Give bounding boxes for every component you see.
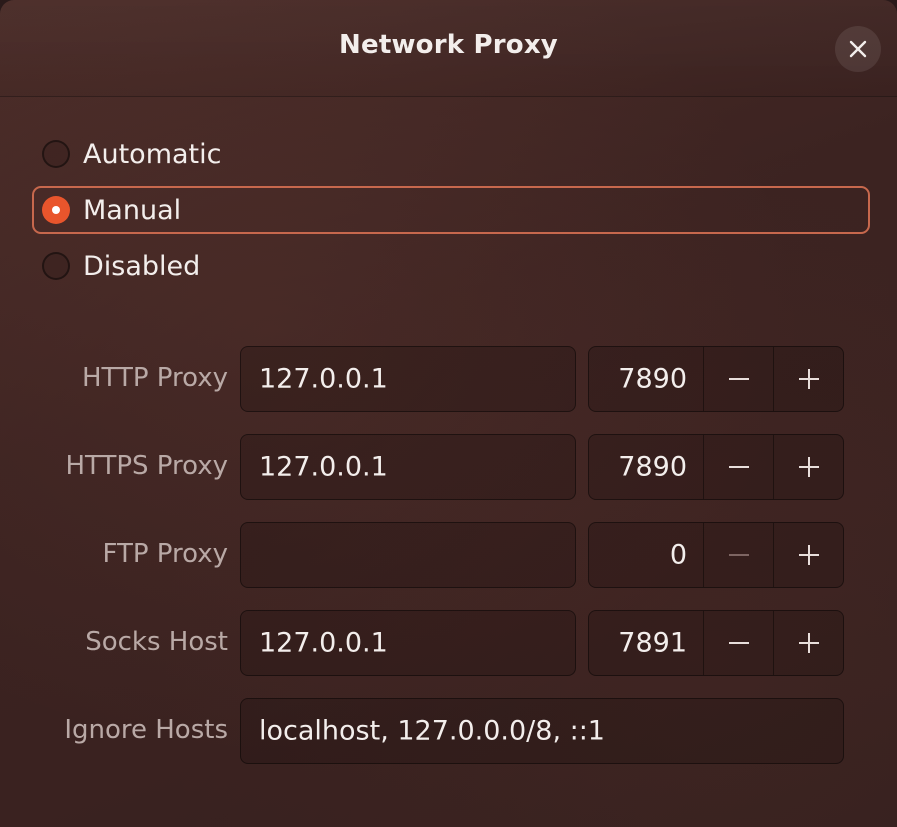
titlebar: Network Proxy [0,0,897,97]
ftp-proxy-port-spinner[interactable]: 0 [588,522,844,588]
radio-manual-indicator[interactable] [42,196,70,224]
socks-port-increment-button[interactable] [773,611,844,675]
plus-icon [799,457,819,477]
close-icon [849,40,867,58]
plus-icon [799,633,819,653]
minus-icon [729,466,749,468]
socks-port-value: 7891 [618,627,687,659]
https-proxy-port-spinner[interactable]: 7890 [588,434,844,500]
http-proxy-port-value: 7890 [618,363,687,395]
https-proxy-host-input[interactable]: 127.0.0.1 [240,434,576,500]
minus-icon [729,378,749,380]
dialog-title: Network Proxy [339,30,558,60]
http-proxy-label: HTTP Proxy [81,363,228,393]
https-proxy-label: HTTPS Proxy [65,451,228,481]
https-proxy-port-value: 7890 [618,451,687,483]
minus-icon [729,642,749,644]
radio-automatic-indicator[interactable] [42,140,70,168]
network-proxy-dialog: Network Proxy Automatic Manual Disabled … [0,0,897,827]
minus-icon [729,554,749,556]
http-proxy-port-spinner[interactable]: 7890 [588,346,844,412]
http-proxy-host-value: 127.0.0.1 [259,363,388,395]
socks-host-value: 127.0.0.1 [259,627,388,659]
radio-disabled[interactable]: Disabled [32,242,870,290]
https-proxy-port-decrement-button[interactable] [703,435,774,499]
http-proxy-port-increment-button[interactable] [773,347,844,411]
ignore-hosts-value: localhost, 127.0.0.0/8, ::1 [259,715,605,747]
radio-automatic-label: Automatic [83,138,222,170]
https-proxy-host-value: 127.0.0.1 [259,451,388,483]
socks-port-decrement-button[interactable] [703,611,774,675]
radio-manual[interactable]: Manual [32,186,870,234]
socks-host-label: Socks Host [85,627,228,657]
radio-manual-label: Manual [83,194,182,226]
ignore-hosts-label: Ignore Hosts [64,715,228,745]
ftp-proxy-port-value: 0 [669,539,687,571]
ignore-hosts-input[interactable]: localhost, 127.0.0.0/8, ::1 [240,698,844,764]
close-button[interactable] [835,26,881,72]
socks-host-input[interactable]: 127.0.0.1 [240,610,576,676]
ftp-proxy-host-input[interactable] [240,522,576,588]
radio-automatic[interactable]: Automatic [32,130,870,178]
http-proxy-port-decrement-button[interactable] [703,347,774,411]
https-proxy-port-increment-button[interactable] [773,435,844,499]
radio-disabled-label: Disabled [83,250,201,282]
socks-port-spinner[interactable]: 7891 [588,610,844,676]
plus-icon [799,545,819,565]
ftp-proxy-port-decrement-button[interactable] [703,523,774,587]
ftp-proxy-label: FTP Proxy [102,539,228,569]
plus-icon [799,369,819,389]
radio-disabled-indicator[interactable] [42,252,70,280]
http-proxy-host-input[interactable]: 127.0.0.1 [240,346,576,412]
ftp-proxy-port-increment-button[interactable] [773,523,844,587]
